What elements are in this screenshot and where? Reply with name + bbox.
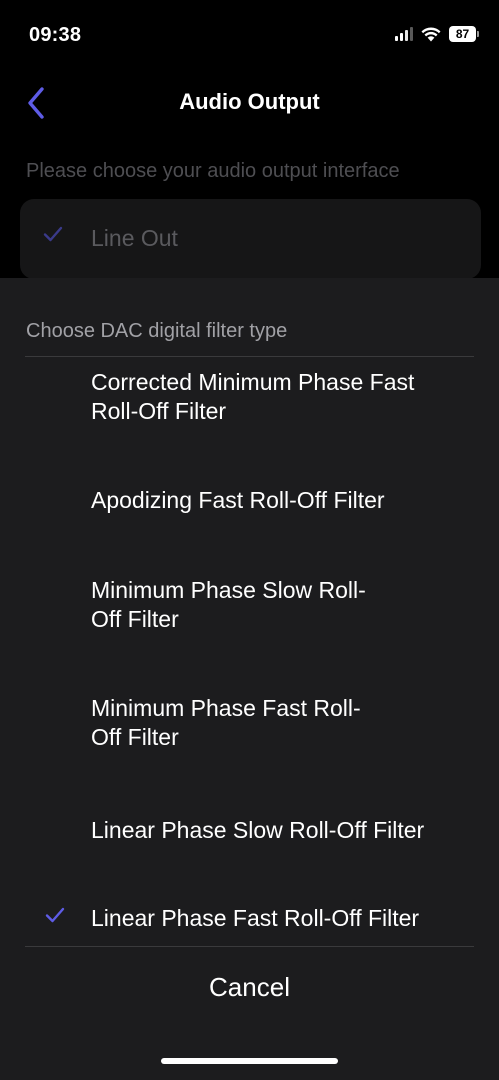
option-label: Minimum Phase Fast Roll- Off Filter xyxy=(91,694,361,752)
output-line-out-label: Line Out xyxy=(91,225,178,251)
option-label-line2: Off Filter xyxy=(91,724,179,750)
option-label-line1: Linear Phase Slow Roll-Off Filter xyxy=(91,817,425,843)
option-label-line1: Corrected Minimum Phase Fast xyxy=(91,369,415,395)
filter-option-apodizing-fast[interactable]: Apodizing Fast Roll-Off Filter xyxy=(0,468,499,538)
page-title: Audio Output xyxy=(179,89,320,114)
nav-bar: Audio Output xyxy=(0,75,499,129)
option-label: Minimum Phase Slow Roll- Off Filter xyxy=(91,576,366,634)
wifi-icon xyxy=(421,26,441,41)
filter-option-min-phase-slow[interactable]: Minimum Phase Slow Roll- Off Filter xyxy=(0,568,499,658)
filter-option-min-phase-fast[interactable]: Minimum Phase Fast Roll- Off Filter xyxy=(0,688,499,778)
option-label-line1: Minimum Phase Slow Roll- xyxy=(91,577,366,603)
sheet-caption: Choose DAC digital filter type xyxy=(26,320,288,342)
output-card: Line Out xyxy=(20,199,481,279)
option-label-line1: Minimum Phase Fast Roll- xyxy=(91,695,361,721)
option-label: Apodizing Fast Roll-Off Filter xyxy=(91,486,385,515)
option-label-line1: Apodizing Fast Roll-Off Filter xyxy=(91,487,385,513)
option-label-line2: Roll-Off Filter xyxy=(91,398,227,424)
battery-level: 87 xyxy=(449,26,476,42)
battery-icon: 87 xyxy=(449,26,479,42)
filter-option-corrected-min-phase-fast[interactable]: Corrected Minimum Phase Fast Roll-Off Fi… xyxy=(0,358,499,448)
status-time: 09:38 xyxy=(29,24,82,46)
filter-action-sheet: Choose DAC digital filter type Corrected… xyxy=(0,278,499,1080)
option-label-line2: Off Filter xyxy=(91,606,179,632)
divider xyxy=(25,946,474,947)
filter-option-linear-phase-slow[interactable]: Linear Phase Slow Roll-Off Filter xyxy=(0,798,499,868)
checkmark-icon xyxy=(45,907,65,923)
signal-icon xyxy=(395,27,413,41)
divider xyxy=(25,356,474,357)
filter-option-linear-phase-fast[interactable]: Linear Phase Fast Roll-Off Filter xyxy=(0,888,499,946)
status-icons: 87 xyxy=(395,26,479,42)
option-label: Linear Phase Slow Roll-Off Filter xyxy=(91,816,424,845)
option-label-line1: Linear Phase Fast Roll-Off Filter xyxy=(91,905,420,931)
output-section-caption: Please choose your audio output interfac… xyxy=(26,160,400,182)
cancel-button[interactable]: Cancel xyxy=(25,957,474,1017)
option-label: Corrected Minimum Phase Fast Roll-Off Fi… xyxy=(91,368,414,426)
status-bar: 09:38 87 xyxy=(0,0,499,60)
option-label: Linear Phase Fast Roll-Off Filter xyxy=(91,904,419,933)
checkmark-icon xyxy=(43,226,63,242)
home-indicator[interactable] xyxy=(161,1058,338,1064)
